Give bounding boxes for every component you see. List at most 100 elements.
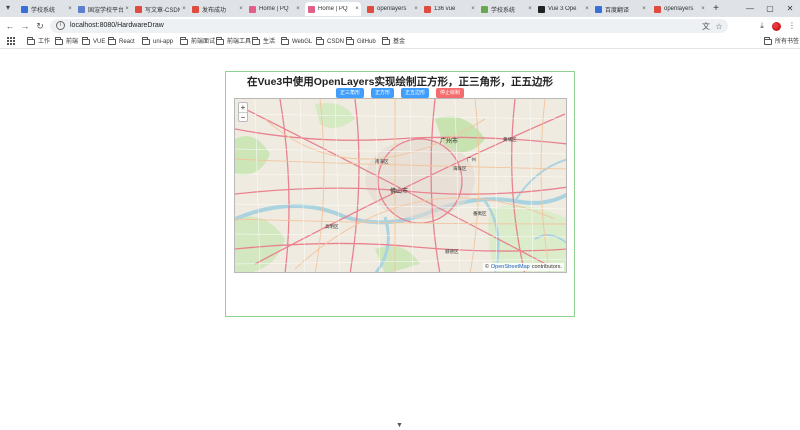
tab-close-icon[interactable]: × bbox=[123, 6, 131, 12]
bookmark-folder[interactable]: uni-app bbox=[142, 36, 173, 48]
bookmark-label: 前端面试 bbox=[191, 39, 216, 45]
tab-close-icon[interactable]: × bbox=[66, 6, 74, 12]
browser-tab[interactable]: openlayers × bbox=[364, 2, 420, 16]
menu-icon[interactable]: ⋮ bbox=[786, 20, 798, 32]
map-attribution: © OpenStreetMap contributors. bbox=[482, 263, 564, 271]
bookmark-folder[interactable]: React bbox=[108, 36, 135, 48]
new-tab-icon[interactable]: + bbox=[711, 2, 721, 15]
browser-tab[interactable]: 发布成功 × bbox=[189, 2, 245, 16]
tab-title: 学校系统 bbox=[491, 7, 516, 14]
folder-icon bbox=[142, 37, 150, 45]
tab-search-icon[interactable]: ▾ bbox=[6, 3, 10, 12]
map-label: 广州市 bbox=[440, 139, 459, 145]
tab-close-icon[interactable]: × bbox=[526, 6, 534, 12]
zoom-in-button[interactable]: + bbox=[239, 103, 247, 112]
bookmark-folder[interactable]: 前端工具 bbox=[216, 36, 251, 48]
bookmark-label: 生活 bbox=[263, 39, 276, 45]
bookmark-folder[interactable]: 基金 bbox=[382, 36, 405, 48]
address-bar[interactable]: i localhost:8080/HardwareDraw 文 ☆ bbox=[50, 19, 728, 33]
back-icon[interactable]: ← bbox=[4, 20, 16, 32]
bookmark-label: 前端工具 bbox=[227, 39, 252, 45]
tab-favicon-icon bbox=[654, 5, 661, 13]
tab-title: openlayers bbox=[377, 6, 407, 12]
tab-favicon-icon bbox=[78, 5, 85, 13]
bookmark-folder[interactable]: 生活 bbox=[252, 36, 275, 48]
page-title: 在Vue3中使用OpenLayers实现绘制正方形，正三角形，正五边形 bbox=[247, 76, 553, 88]
bookmark-folder[interactable]: CSDN bbox=[316, 36, 344, 48]
tab-favicon-icon bbox=[192, 5, 199, 13]
folder-icon bbox=[55, 37, 63, 45]
map-label: 广州 bbox=[467, 157, 476, 162]
tab-title: Home | PQ bbox=[318, 6, 348, 12]
bookmark-label: 前端 bbox=[66, 39, 79, 45]
scroll-down-icon[interactable]: ▼ bbox=[396, 422, 403, 429]
download-icon[interactable]: ⤓ bbox=[756, 20, 768, 32]
profile-avatar[interactable] bbox=[772, 22, 781, 31]
browser-tab[interactable]: 136 vue × bbox=[421, 2, 477, 16]
folder-icon bbox=[281, 37, 289, 45]
maximize-icon[interactable]: ▢ bbox=[760, 0, 780, 17]
minimize-icon[interactable]: — bbox=[740, 0, 760, 17]
browser-tab[interactable]: Vue 3 Ope × bbox=[535, 2, 591, 16]
map-canvas[interactable]: 广州市 佛山市 广州 海珠区 番禺区 高明区 黄埔区 顺德区 南海区 + − ©… bbox=[234, 98, 567, 273]
folder-icon bbox=[346, 37, 354, 45]
draw-pentagon-button[interactable]: 正五边形 bbox=[401, 88, 430, 98]
bookmark-folder[interactable]: 前端 bbox=[55, 36, 78, 48]
tab-title: Vue 3 Ope bbox=[548, 6, 577, 12]
folder-icon bbox=[252, 37, 260, 45]
tab-title: openlayers bbox=[664, 6, 694, 12]
map-label: 番禺区 bbox=[473, 211, 487, 216]
tab-close-icon[interactable]: × bbox=[237, 6, 245, 12]
bookmark-folder[interactable]: 前端面试 bbox=[180, 36, 215, 48]
browser-tab[interactable]: Home | PQ × bbox=[305, 2, 361, 16]
bookmark-label: CSDN bbox=[327, 39, 345, 45]
page-viewport: 在Vue3中使用OpenLayers实现绘制正方形，正三角形，正五边形 正三角形… bbox=[0, 50, 800, 430]
tab-close-icon[interactable]: × bbox=[640, 6, 648, 12]
reload-icon[interactable]: ↻ bbox=[34, 20, 46, 32]
browser-tab[interactable]: 学校系统 × bbox=[18, 2, 74, 16]
browser-tab[interactable]: openlayers × bbox=[651, 2, 707, 16]
tab-favicon-icon bbox=[249, 5, 256, 13]
attribution-suffix: contributors. bbox=[531, 264, 562, 270]
stop-draw-button[interactable]: 停止绘制 bbox=[436, 88, 465, 98]
tab-favicon-icon bbox=[424, 5, 431, 13]
tab-title: 百度翻译 bbox=[605, 7, 630, 14]
tab-title: 136 vue bbox=[434, 6, 456, 12]
tab-close-icon[interactable]: × bbox=[699, 6, 707, 12]
hardware-draw-container: 在Vue3中使用OpenLayers实现绘制正方形，正三角形，正五边形 正三角形… bbox=[225, 71, 575, 317]
translate-icon[interactable]: 文 bbox=[701, 22, 711, 31]
browser-tab[interactable]: 国渲学校平台 × bbox=[75, 2, 131, 16]
tab-close-icon[interactable]: × bbox=[353, 6, 361, 12]
browser-tab[interactable]: 百度翻译 × bbox=[592, 2, 648, 16]
tab-close-icon[interactable]: × bbox=[412, 6, 420, 12]
tab-favicon-icon bbox=[135, 5, 142, 13]
bookmark-folder[interactable]: WebGL bbox=[281, 36, 312, 48]
close-window-icon[interactable]: ✕ bbox=[780, 0, 800, 17]
address-url[interactable]: localhost:8080/HardwareDraw bbox=[70, 19, 164, 33]
map-zoom-control: + − bbox=[238, 102, 248, 122]
apps-icon[interactable] bbox=[7, 37, 15, 45]
draw-triangle-button[interactable]: 正三角形 bbox=[336, 88, 365, 98]
browser-tab[interactable]: 学校系统 × bbox=[478, 2, 534, 16]
site-info-icon[interactable]: i bbox=[56, 21, 65, 30]
tab-close-icon[interactable]: × bbox=[294, 6, 302, 12]
bookmark-label: React bbox=[119, 39, 135, 45]
tab-favicon-icon bbox=[367, 5, 374, 13]
tab-close-icon[interactable]: × bbox=[469, 6, 477, 12]
bookmark-folder[interactable]: GitHub bbox=[346, 36, 376, 48]
zoom-out-button[interactable]: − bbox=[239, 112, 247, 122]
browser-tab[interactable]: Home | PQ × bbox=[246, 2, 302, 16]
attribution-symbol: © bbox=[484, 264, 489, 270]
all-bookmarks-folder[interactable]: 所有书签 bbox=[764, 36, 799, 48]
browser-tab[interactable]: 写文章-CSDN × bbox=[132, 2, 188, 16]
forward-icon[interactable]: → bbox=[19, 20, 31, 32]
draw-square-button[interactable]: 正方形 bbox=[371, 88, 395, 98]
bookmark-folder[interactable]: VUE bbox=[82, 36, 105, 48]
tab-close-icon[interactable]: × bbox=[180, 6, 188, 12]
bookmark-star-icon[interactable]: ☆ bbox=[714, 22, 724, 31]
bookmark-folder[interactable]: 工作 bbox=[27, 36, 50, 48]
folder-icon bbox=[216, 37, 224, 45]
openstreetmap-link[interactable]: OpenStreetMap bbox=[491, 263, 530, 271]
map-label: 高明区 bbox=[325, 224, 339, 229]
tab-close-icon[interactable]: × bbox=[583, 6, 591, 12]
